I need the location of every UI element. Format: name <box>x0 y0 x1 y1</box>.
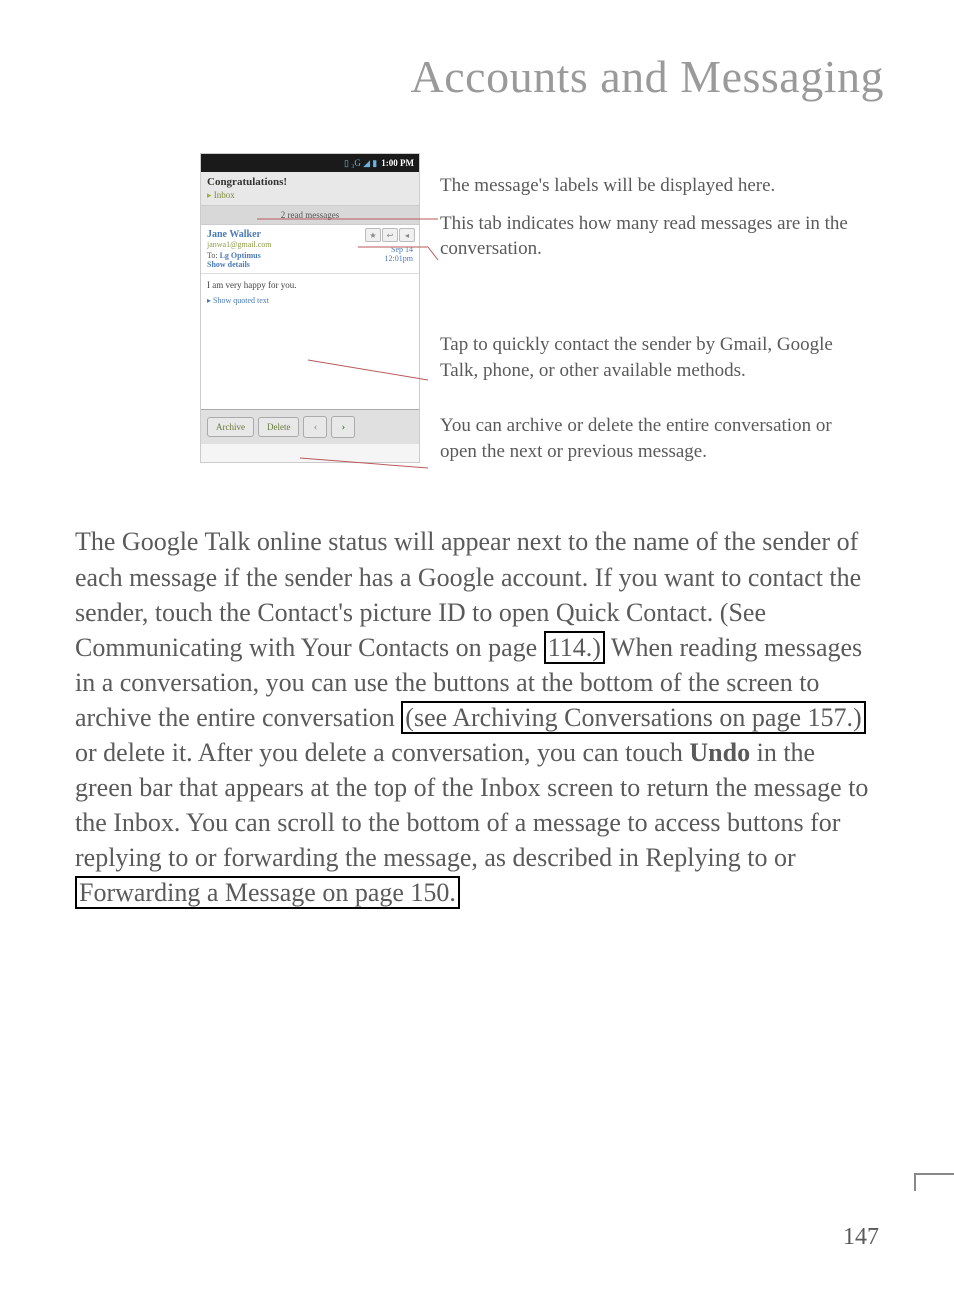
delete-button[interactable]: Delete <box>258 417 299 437</box>
callout-read-tab: This tab indicates how many read message… <box>440 211 870 262</box>
callouts: The message's labels will be displayed h… <box>440 153 870 474</box>
show-details-link[interactable]: Show details <box>207 260 413 269</box>
read-messages-tab[interactable]: 2 read messages <box>201 205 419 225</box>
corner-tab <box>914 1173 954 1191</box>
callout-labels: The message's labels will be displayed h… <box>440 173 870 199</box>
callout-bottom-buttons: You can archive or delete the entire con… <box>440 413 870 464</box>
prev-arrow-button[interactable]: ‹ <box>303 416 327 438</box>
page-title: Accounts and Messaging <box>0 0 954 123</box>
to-prefix: To: <box>207 251 218 260</box>
to-name: Lg Optimus <box>220 251 261 260</box>
bottom-toolbar: Archive Delete ‹ › <box>201 409 419 444</box>
paragraph-1: The Google Talk online status will appea… <box>75 524 879 910</box>
main-body-text: The Google Talk online status will appea… <box>0 474 954 910</box>
message-date: Sep 14 12:01pm <box>385 245 413 263</box>
page-ref-150[interactable]: Forwarding a Message on page 150. <box>75 876 460 909</box>
message-header: ★ ↩ ◂ Jane Walker janwa1@gmail.com To: L… <box>201 225 419 274</box>
reply-icon[interactable]: ↩ <box>382 228 398 242</box>
body-text: I am very happy for you. <box>207 280 413 290</box>
next-arrow-button[interactable]: › <box>331 416 355 438</box>
subject-line: Congratulations! <box>207 176 413 188</box>
callout-contact: Tap to quickly contact the sender by Gma… <box>440 332 870 383</box>
message-body: I am very happy for you. ▸ Show quoted t… <box>201 274 419 409</box>
page-ref-114[interactable]: 114.) <box>544 631 605 664</box>
contact-action-icons: ★ ↩ ◂ <box>365 228 415 242</box>
star-icon[interactable]: ★ <box>365 228 381 242</box>
show-quoted-text-link[interactable]: ▸ Show quoted text <box>207 296 413 305</box>
to-line: To: Lg Optimus <box>207 251 413 260</box>
phone-header: Congratulations! Inbox <box>201 172 419 205</box>
undo-keyword: Undo <box>689 738 750 767</box>
inbox-label: Inbox <box>207 190 413 201</box>
signal-icon: ▯ ₃G ◢ ▮ <box>344 158 377 169</box>
figure-area: ▯ ₃G ◢ ▮ 1:00 PM Congratulations! Inbox … <box>0 123 954 474</box>
more-icon[interactable]: ◂ <box>399 228 415 242</box>
page-ref-157[interactable]: (see Archiving Conversations on page 157… <box>401 701 865 734</box>
phone-screenshot: ▯ ₃G ◢ ▮ 1:00 PM Congratulations! Inbox … <box>200 153 420 463</box>
archive-button[interactable]: Archive <box>207 417 254 437</box>
status-time: 1:00 PM <box>381 158 414 168</box>
phone-statusbar: ▯ ₃G ◢ ▮ 1:00 PM <box>201 154 419 172</box>
text-segment-1c: or delete it. After you delete a convers… <box>75 738 689 767</box>
time-text: 12:01pm <box>385 254 413 263</box>
date-text: Sep 14 <box>385 245 413 254</box>
page-number: 147 <box>843 1224 879 1251</box>
